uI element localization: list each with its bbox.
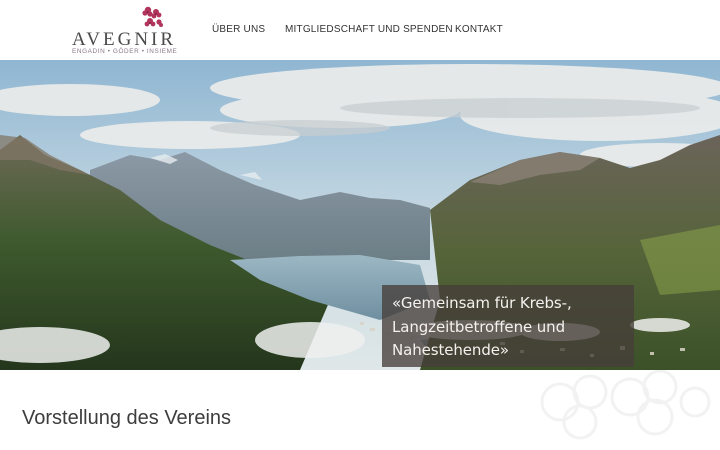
brand-tagline: ENGADIN • GÖDER • INSIEME (72, 48, 178, 55)
brand-name: AVEGNIR (72, 29, 177, 50)
hero-quote: «Gemeinsam für Krebs-, Langzeitbetroffen… (392, 292, 624, 363)
hero-quote-line-1: «Gemeinsam für Krebs-, (392, 294, 572, 312)
nav-item-ueber-uns[interactable]: ÜBER UNS (212, 24, 265, 36)
hero-banner: «Gemeinsam für Krebs-, Langzeitbetroffen… (0, 60, 720, 370)
intro-section: Vorstellung des Vereins (0, 370, 720, 450)
logo-link[interactable]: AVEGNIR ENGADIN • GÖDER • INSIEME (70, 4, 178, 56)
nav-item-mitgliedschaft[interactable]: MITGLIEDSCHAFT UND SPENDEN (285, 24, 453, 36)
nav-item-kontakt[interactable]: KONTAKT (455, 24, 503, 36)
flower-watermark-icon (540, 370, 711, 440)
hero-quote-line-2: Langzeitbetroffene und (392, 317, 566, 336)
flower-logo-icon (142, 6, 163, 27)
hero-quote-line-3: Nahestehende» (392, 341, 509, 359)
hero-quote-box: «Gemeinsam für Krebs-, Langzeitbetroffen… (382, 285, 634, 367)
section-title: Vorstellung des Vereins (22, 407, 232, 429)
site-header: AVEGNIR ENGADIN • GÖDER • INSIEME ÜBER U… (0, 0, 720, 60)
